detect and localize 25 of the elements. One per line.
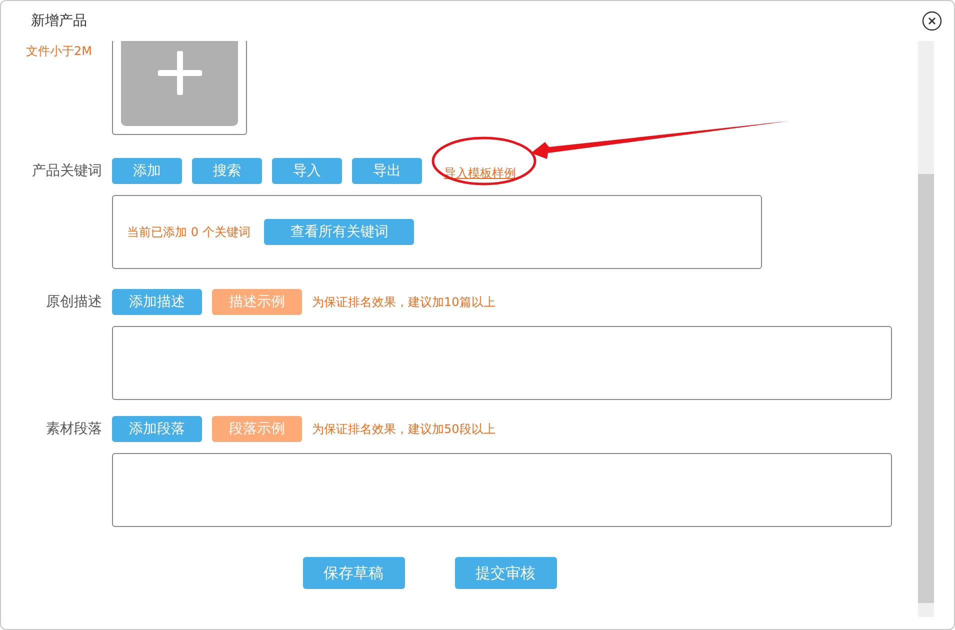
text-area[interactable] <box>112 326 892 400</box>
footer-button[interactable]: 保存草稿 <box>302 557 404 589</box>
example-button[interactable]: 描述示例 <box>212 289 302 315</box>
example-button[interactable]: 段落示例 <box>212 416 302 442</box>
keyword-button[interactable]: 搜索 <box>192 158 262 184</box>
footer-button[interactable]: 提交审核 <box>454 557 556 589</box>
field-label: 原创描述 <box>45 293 102 312</box>
field-label: 素材段落 <box>45 420 102 439</box>
dialog-title: 新增产品 <box>31 12 87 30</box>
keyword-button[interactable]: 导入 <box>272 158 342 184</box>
add-button[interactable]: 添加段落 <box>112 416 202 442</box>
field-label: 产品关键词 <box>31 162 102 181</box>
keyword-count: 当前已添加 0 个关键词 <box>127 224 250 240</box>
upload-hint: 文件小于2M <box>25 43 93 60</box>
plus-icon <box>158 51 202 95</box>
keyword-button[interactable]: 导出 <box>352 158 422 184</box>
keyword-button[interactable]: 添加 <box>112 158 182 184</box>
hint-text: 为保证排名效果，建议加10篇以上 <box>312 294 496 310</box>
scrollbar[interactable] <box>918 41 934 617</box>
hint-text: 为保证排名效果，建议加50段以上 <box>312 420 496 438</box>
image-upload[interactable] <box>112 41 247 135</box>
add-button[interactable]: 添加描述 <box>112 289 202 315</box>
text-area[interactable] <box>112 453 892 527</box>
close-icon[interactable] <box>922 11 942 31</box>
view-keywords-button[interactable]: 查看所有关键词 <box>264 219 414 245</box>
